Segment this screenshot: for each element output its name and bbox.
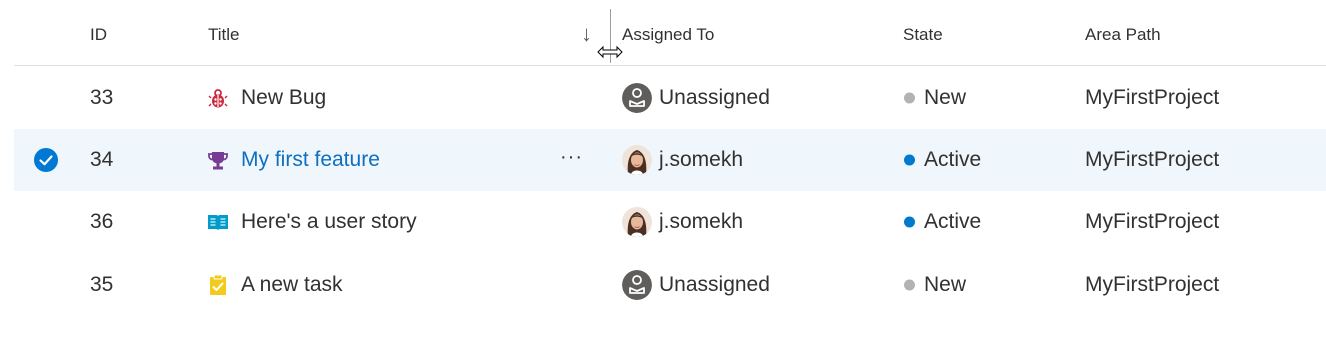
- bug-icon: [208, 89, 228, 108]
- work-items-grid: ID Title ↓ Assigned To State Area Path 3…: [14, 0, 1326, 338]
- more-actions-button[interactable]: ···: [560, 146, 583, 169]
- state-indicator-dot: [904, 92, 915, 104]
- area-path-value: MyFirstProject: [1085, 148, 1220, 171]
- state-indicator-dot: [904, 154, 915, 166]
- sort-descending-icon[interactable]: ↓: [581, 22, 592, 46]
- state-value: New: [924, 273, 967, 296]
- unassigned-avatar-icon: [622, 270, 652, 300]
- work-item-id: 36: [90, 210, 114, 233]
- unassigned-avatar-icon: [622, 83, 652, 113]
- state-value: Active: [924, 210, 982, 233]
- work-item-id: 33: [90, 86, 114, 109]
- grid-header: ID Title ↓ Assigned To State Area Path: [14, 0, 1326, 66]
- work-item-id: 34: [90, 148, 114, 171]
- area-path-value: MyFirstProject: [1085, 273, 1220, 296]
- area-path-value: MyFirstProject: [1085, 86, 1220, 109]
- state-value: Active: [924, 148, 982, 171]
- state-indicator-dot: [904, 279, 915, 291]
- column-header-state[interactable]: State: [903, 25, 943, 45]
- clipboard-check-icon: [210, 274, 226, 295]
- column-header-area-path[interactable]: Area Path: [1085, 25, 1161, 45]
- state-indicator-dot: [904, 216, 915, 228]
- table-row[interactable]: 33 New Bug Unassigned New MyFirstProject: [14, 67, 1326, 129]
- column-header-id[interactable]: ID: [90, 25, 107, 45]
- user-avatar: [622, 145, 652, 175]
- table-row-selected[interactable]: 34 My first feature ··· j.somekh Active …: [14, 129, 1326, 191]
- area-path-value: MyFirstProject: [1085, 210, 1220, 233]
- assigned-to-value[interactable]: Unassigned: [659, 85, 770, 111]
- column-header-title[interactable]: Title: [208, 25, 240, 45]
- selected-checkmark-icon[interactable]: [34, 148, 58, 172]
- trophy-icon: [208, 152, 228, 170]
- resize-cursor-icon: [597, 45, 623, 59]
- work-item-id: 35: [90, 273, 114, 296]
- book-icon: [208, 215, 228, 230]
- user-avatar: [622, 207, 652, 237]
- work-item-title-link[interactable]: My first feature: [241, 147, 380, 173]
- column-header-assigned-to[interactable]: Assigned To: [622, 25, 714, 45]
- work-item-title[interactable]: Here's a user story: [241, 209, 417, 235]
- assigned-to-value[interactable]: Unassigned: [659, 272, 770, 298]
- state-value: New: [924, 86, 967, 109]
- table-row[interactable]: 36 Here's a user story j.somekh Active M…: [14, 191, 1326, 253]
- work-item-title[interactable]: A new task: [241, 272, 343, 298]
- work-item-title[interactable]: New Bug: [241, 85, 326, 111]
- assigned-to-value[interactable]: j.somekh: [659, 147, 743, 173]
- assigned-to-value[interactable]: j.somekh: [659, 209, 743, 235]
- table-row[interactable]: 35 A new task Unassigned New MyFirstProj…: [14, 254, 1326, 316]
